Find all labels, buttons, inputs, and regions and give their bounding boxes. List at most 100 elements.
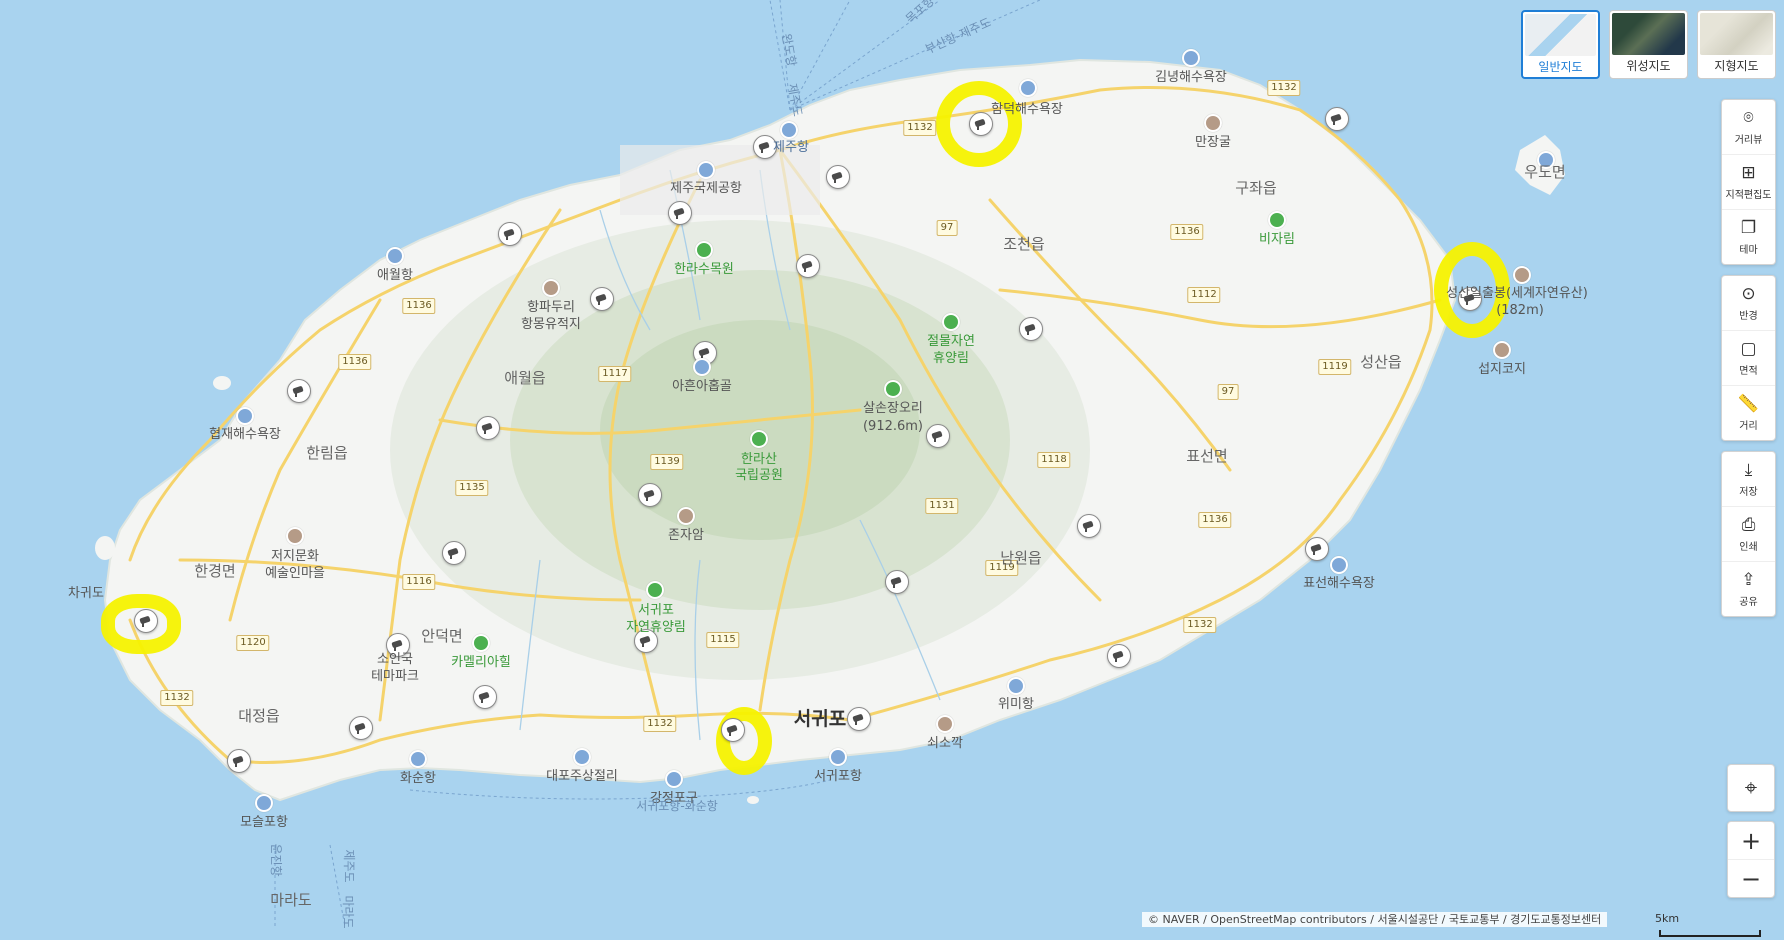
print-button[interactable]: ⎙ 인쇄 [1722, 507, 1775, 562]
cctv-icon[interactable] [969, 112, 993, 136]
cctv-icon[interactable] [1077, 514, 1101, 538]
map-label[interactable]: 항몽유적지 [521, 317, 581, 333]
cadastral-map-button[interactable]: ⊞ 지적편집도 [1722, 155, 1775, 210]
map-label[interactable]: 위미항 [998, 697, 1034, 713]
map-label[interactable]: 함덕해수욕장 [991, 102, 1063, 118]
cctv-icon[interactable] [721, 718, 745, 742]
map-label[interactable]: 한라수목원 [674, 262, 734, 278]
cctv-icon[interactable] [926, 424, 950, 448]
attraction-icon[interactable] [286, 527, 304, 545]
map-label[interactable]: 만장굴 [1195, 135, 1231, 151]
attraction-icon[interactable] [573, 748, 591, 766]
map-label[interactable]: 섭지코지 [1478, 362, 1526, 378]
cctv-icon[interactable] [498, 222, 522, 246]
attraction-icon[interactable] [936, 715, 954, 733]
beach-icon[interactable] [1182, 49, 1200, 67]
map-label[interactable]: 소인국 [377, 652, 413, 668]
valley-icon[interactable] [693, 358, 711, 376]
cctv-icon[interactable] [826, 165, 850, 189]
beach-icon[interactable] [1019, 79, 1037, 97]
map-label[interactable]: 존자암 [668, 528, 704, 544]
historic-icon[interactable] [542, 279, 560, 297]
map-label[interactable]: 휴양림 [933, 351, 969, 367]
zoom-out-button[interactable]: − [1728, 860, 1774, 897]
attraction-icon[interactable] [1493, 341, 1511, 359]
map-label[interactable]: 제주항 [773, 140, 809, 156]
map-label[interactable]: 절물자연 [927, 334, 975, 350]
port-icon[interactable] [409, 750, 427, 768]
map-label[interactable]: 한라산 [741, 452, 777, 468]
map-type-general[interactable]: 일반지도 [1521, 10, 1600, 79]
map-label[interactable]: 애월항 [377, 268, 413, 284]
map-label[interactable]: 살손장오리 [863, 401, 923, 417]
map-label[interactable]: 화순항 [400, 771, 436, 787]
map-label[interactable]: 테마파크 [371, 669, 419, 685]
cctv-icon[interactable] [476, 416, 500, 440]
zoom-in-button[interactable]: + [1728, 822, 1774, 860]
cctv-icon[interactable] [473, 685, 497, 709]
map-type-terrain[interactable]: 지형지도 [1697, 10, 1776, 79]
forest-icon[interactable] [942, 313, 960, 331]
cctv-icon[interactable] [287, 379, 311, 403]
park-icon[interactable] [750, 430, 768, 448]
beach-icon[interactable] [1330, 556, 1348, 574]
forest-icon[interactable] [646, 581, 664, 599]
map-label[interactable]: 제주국제공항 [670, 181, 742, 197]
map-label[interactable]: 김녕해수욕장 [1155, 70, 1227, 86]
street-view-button[interactable]: ⌾ 거리뷰 [1722, 100, 1775, 155]
peak-icon[interactable] [1513, 266, 1531, 284]
port-icon[interactable] [780, 121, 798, 139]
cctv-icon[interactable] [590, 287, 614, 311]
peak-icon[interactable] [884, 380, 902, 398]
map-label[interactable]: 비자림 [1259, 232, 1295, 248]
share-button[interactable]: ⇪ 공유 [1722, 562, 1775, 616]
map-label[interactable]: 쇠소깍 [927, 736, 963, 752]
cctv-icon[interactable] [885, 570, 909, 594]
distance-button[interactable]: 📏 거리 [1722, 386, 1775, 440]
forest-icon[interactable] [695, 241, 713, 259]
forest-icon[interactable] [1268, 211, 1286, 229]
cctv-icon[interactable] [442, 541, 466, 565]
cctv-icon[interactable] [134, 609, 158, 633]
airport-icon[interactable] [697, 161, 715, 179]
map-label[interactable]: 서귀포 [638, 603, 674, 619]
map-label[interactable]: 예술인마을 [265, 566, 325, 582]
map-label[interactable]: 자연휴양림 [626, 620, 686, 636]
save-button[interactable]: ⤓ 저장 [1722, 452, 1775, 507]
forest-icon[interactable] [472, 634, 490, 652]
port-icon[interactable] [665, 770, 683, 788]
theme-button[interactable]: ❐ 테마 [1722, 210, 1775, 264]
cctv-icon[interactable] [349, 716, 373, 740]
map-label[interactable]: 협재해수욕장 [209, 427, 281, 443]
port-icon[interactable] [1007, 677, 1025, 695]
cctv-icon[interactable] [1325, 107, 1349, 131]
port-icon[interactable] [255, 794, 273, 812]
port-icon[interactable] [386, 247, 404, 265]
cctv-icon[interactable] [1305, 537, 1329, 561]
map-label[interactable]: 카멜리아힐 [451, 655, 511, 671]
map-label[interactable]: 서귀포항 [814, 769, 862, 785]
area-button[interactable]: ▢ 면적 [1722, 331, 1775, 386]
cctv-icon[interactable] [1107, 644, 1131, 668]
cctv-icon[interactable] [796, 254, 820, 278]
map-label[interactable]: 저지문화 [271, 549, 319, 565]
beach-icon[interactable] [236, 407, 254, 425]
map-label[interactable]: 아흔아홉골 [672, 379, 732, 395]
cave-icon[interactable] [1204, 114, 1222, 132]
map-label[interactable]: 대포주상절리 [546, 769, 618, 785]
radius-button[interactable]: ⊙ 반경 [1722, 276, 1775, 331]
map-label[interactable]: 모슬포항 [240, 815, 288, 831]
locate-button[interactable]: ⌖ [1727, 764, 1775, 812]
cctv-icon[interactable] [638, 483, 662, 507]
cctv-icon[interactable] [1019, 317, 1043, 341]
map-label[interactable]: 표선해수욕장 [1303, 576, 1375, 592]
map-type-satellite[interactable]: 위성지도 [1609, 10, 1688, 79]
map-label[interactable]: 성산일출봉(세계자연유산) [1446, 286, 1588, 302]
map-label[interactable]: 항파두리 [527, 300, 575, 316]
port-icon[interactable] [829, 748, 847, 766]
cctv-icon[interactable] [847, 707, 871, 731]
map-label[interactable]: 국립공원 [735, 468, 783, 484]
cctv-icon[interactable] [668, 201, 692, 225]
temple-icon[interactable] [677, 507, 695, 525]
cctv-icon[interactable] [227, 749, 251, 773]
